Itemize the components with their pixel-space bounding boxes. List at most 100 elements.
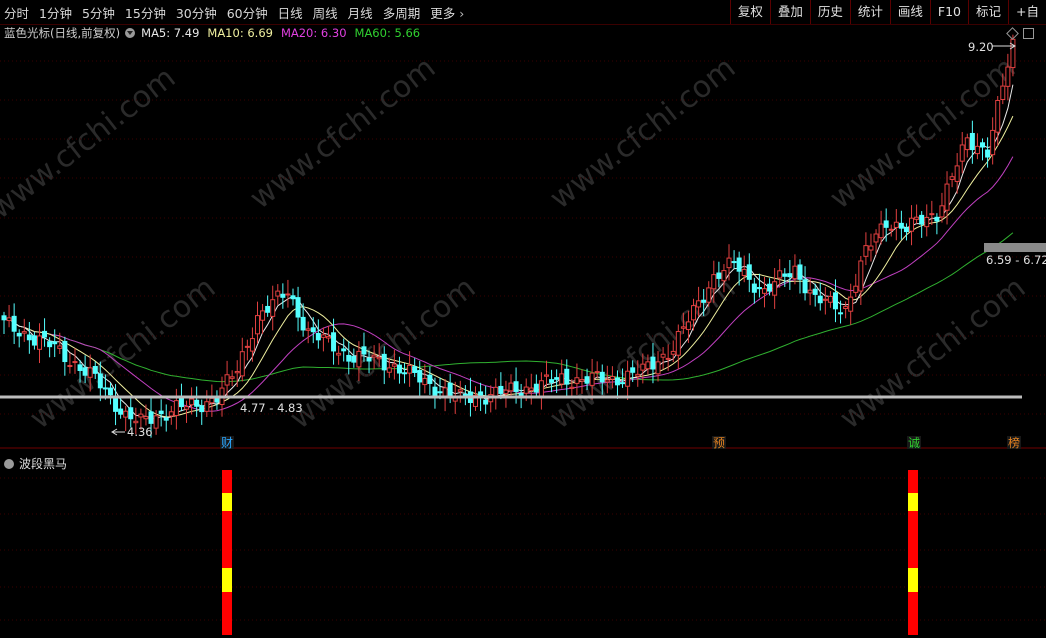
- candle-down: [346, 354, 352, 362]
- candle-up: [990, 129, 996, 156]
- ma5-line: [3, 84, 1014, 420]
- candle-up: [168, 411, 174, 417]
- candle-up: [655, 361, 661, 375]
- candle-down: [630, 367, 636, 373]
- candle-down: [11, 315, 17, 332]
- indicator-menu-icon[interactable]: [4, 458, 14, 469]
- ma60-value: MA60: 5.66: [354, 26, 421, 40]
- event-marker-label[interactable]: 榜: [1008, 435, 1020, 450]
- candle-up: [858, 260, 864, 292]
- candle-down: [47, 341, 53, 348]
- low-annotation: 4.36: [111, 425, 153, 439]
- diamond-icon[interactable]: [1006, 27, 1019, 40]
- candle-down: [782, 273, 788, 277]
- candle-down: [315, 333, 321, 341]
- candle-up: [249, 338, 255, 352]
- indicator-name: 波段黑马: [19, 457, 68, 471]
- watermark-text: www.cfchi.com: [283, 270, 482, 436]
- candle-down: [432, 386, 438, 397]
- candle-down: [163, 417, 169, 421]
- candle-up: [493, 386, 499, 397]
- square-icon[interactable]: [1023, 28, 1034, 39]
- candle-down: [751, 283, 757, 293]
- ma20-value: MA20: 6.30: [280, 26, 347, 40]
- candle-up: [244, 345, 250, 348]
- candle-up: [772, 281, 778, 296]
- candle-down: [158, 410, 164, 415]
- event-marker-label[interactable]: 财: [221, 436, 233, 450]
- candle-down: [701, 299, 707, 303]
- candle-up: [356, 350, 362, 368]
- candle-up: [234, 370, 240, 374]
- candle-up: [508, 382, 514, 392]
- candle-up: [609, 376, 615, 380]
- candle-up: [863, 245, 869, 257]
- candle-down: [483, 399, 489, 405]
- candle-up: [503, 389, 509, 395]
- candle-up: [792, 265, 798, 280]
- candle-down: [934, 216, 940, 222]
- candle-up: [325, 335, 331, 339]
- candle-up: [696, 300, 702, 308]
- candle-up: [670, 350, 676, 355]
- legend-menu-icon[interactable]: [125, 28, 136, 38]
- signal-bars: [222, 470, 918, 635]
- candle-up: [457, 389, 463, 392]
- candle-down: [832, 292, 838, 310]
- candle-down: [361, 346, 367, 355]
- candle-down: [736, 257, 742, 272]
- low-price-label: 4.36: [127, 425, 153, 439]
- candle-up: [87, 367, 93, 378]
- candle-down: [746, 264, 752, 280]
- candle-up: [371, 354, 377, 358]
- chart-corner-controls: [1006, 27, 1034, 40]
- ma10-value: MA10: 6.69: [207, 26, 273, 40]
- candle-up: [189, 398, 195, 406]
- candle-down: [620, 382, 626, 385]
- candle-up: [726, 257, 732, 269]
- candle-down: [1, 315, 7, 321]
- candle-down: [650, 356, 656, 370]
- candle-down: [412, 366, 418, 373]
- candle-down: [756, 287, 762, 290]
- candle-up: [204, 401, 210, 412]
- candle-up: [260, 310, 266, 321]
- candle-down: [331, 332, 337, 352]
- signal-bar-segment: [908, 568, 918, 592]
- signal-bar-segment: [222, 529, 232, 568]
- signal-bar-segment: [908, 592, 918, 635]
- candle-down: [62, 340, 68, 363]
- candle-down: [838, 312, 844, 315]
- price-legend: 蓝色光标(日线,前复权) MA5: 7.49 MA10: 6.69 MA20: …: [4, 25, 428, 41]
- candle-down: [767, 283, 773, 292]
- candle-up: [635, 373, 641, 377]
- candle-up: [523, 386, 529, 394]
- candle-up: [675, 331, 681, 356]
- candle-up: [528, 387, 534, 391]
- candle-up: [123, 410, 129, 418]
- candle-up: [579, 379, 585, 382]
- candle-down: [97, 373, 103, 389]
- signal-bar-segment: [222, 511, 232, 529]
- candle-up: [224, 374, 230, 386]
- candle-up: [964, 137, 970, 151]
- event-marker-label[interactable]: 诚: [908, 436, 920, 450]
- candle-up: [407, 364, 413, 374]
- candle-up: [270, 299, 276, 317]
- kline-chart[interactable]: www.cfchi.com www.cfchi.com www.cfchi.com w…: [0, 0, 1046, 638]
- range-label-2: 6.59 - 6.72: [986, 253, 1046, 267]
- candle-up: [721, 270, 727, 282]
- candle-down: [919, 214, 925, 225]
- stock-name: 蓝色光标(日线,前复权): [4, 26, 121, 40]
- candle-up: [239, 351, 245, 377]
- candle-up: [72, 361, 78, 364]
- candle-down: [265, 305, 271, 313]
- event-marker-label[interactable]: 预: [713, 436, 725, 450]
- candle-down: [194, 399, 200, 407]
- candle-up: [538, 380, 544, 397]
- candle-up: [559, 373, 565, 385]
- candle-down: [817, 295, 823, 304]
- candle-down: [295, 297, 301, 318]
- candle-up: [909, 217, 915, 232]
- candle-up: [422, 377, 428, 386]
